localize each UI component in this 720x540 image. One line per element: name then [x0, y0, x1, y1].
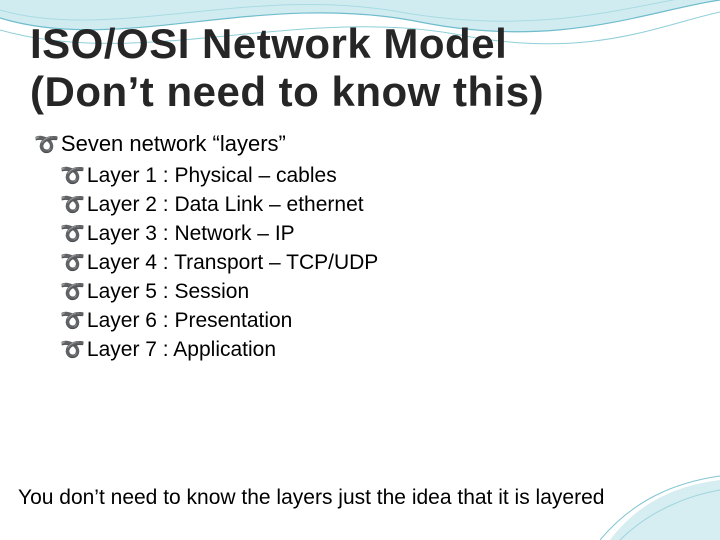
bullet-icon: ➰ — [60, 163, 85, 188]
footer-note: You don’t need to know the layers just t… — [18, 486, 604, 510]
corner-decoration — [600, 470, 720, 540]
main-bullet-text: Seven network “layers” — [61, 131, 286, 156]
bullet-icon: ➰ — [60, 192, 85, 217]
bullet-icon: ➰ — [34, 132, 59, 157]
bullet-icon: ➰ — [60, 308, 85, 333]
layer-text: Layer 4 : Transport – TCP/UDP — [87, 251, 378, 274]
sub-bullet: ➰Layer 4 : Transport – TCP/UDP — [60, 250, 690, 275]
sub-bullet: ➰Layer 6 : Presentation — [60, 308, 690, 333]
layer-text: Layer 6 : Presentation — [87, 309, 292, 332]
title-line-1: ISO/OSI Network Model — [30, 20, 507, 67]
sub-bullet: ➰Layer 3 : Network – IP — [60, 221, 690, 246]
sub-bullet: ➰Layer 1 : Physical – cables — [60, 163, 690, 188]
slide-title: ISO/OSI Network Model (Don’t need to kno… — [30, 20, 690, 117]
main-bullet: ➰Seven network “layers” — [34, 131, 690, 157]
bullet-icon: ➰ — [60, 337, 85, 362]
bullet-icon: ➰ — [60, 279, 85, 304]
sub-bullet: ➰Layer 2 : Data Link – ethernet — [60, 192, 690, 217]
bullet-icon: ➰ — [60, 250, 85, 275]
layer-text: Layer 5 : Session — [87, 280, 249, 303]
layer-text: Layer 1 : Physical – cables — [87, 164, 337, 187]
layer-text: Layer 3 : Network – IP — [87, 222, 295, 245]
bullet-icon: ➰ — [60, 221, 85, 246]
sub-bullet: ➰Layer 5 : Session — [60, 279, 690, 304]
title-line-2: (Don’t need to know this) — [30, 68, 544, 115]
layer-text: Layer 7 : Application — [87, 338, 276, 361]
layer-text: Layer 2 : Data Link – ethernet — [87, 193, 364, 216]
sub-bullet: ➰Layer 7 : Application — [60, 337, 690, 362]
slide-content: ISO/OSI Network Model (Don’t need to kno… — [0, 0, 720, 362]
